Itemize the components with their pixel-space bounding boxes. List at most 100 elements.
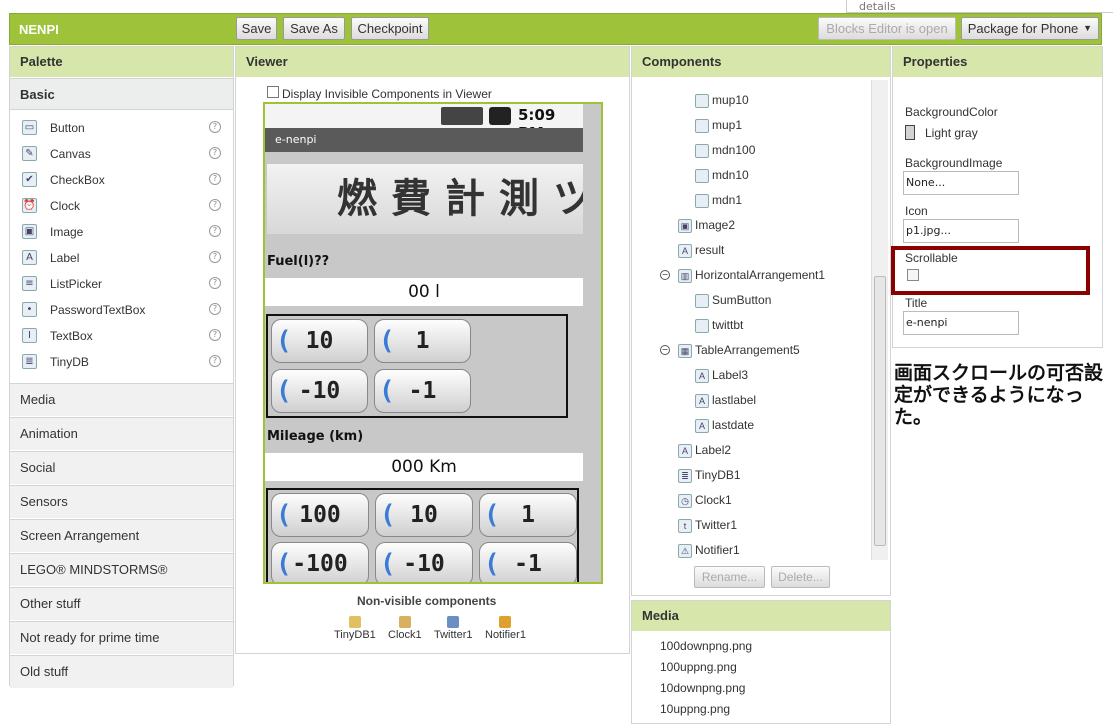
help-icon[interactable]: ? xyxy=(209,121,221,133)
media-file[interactable]: 100uppng.png xyxy=(660,657,737,677)
package-for-phone-button[interactable]: Package for Phone ▼ xyxy=(961,17,1099,40)
palette-drawer[interactable]: Sensors xyxy=(10,485,233,518)
mileage-button[interactable]: (-10 xyxy=(375,542,473,582)
clock-icon: ◷ xyxy=(678,493,692,508)
component-item-label3[interactable]: A Label3 xyxy=(695,365,748,385)
non-visible-clock1[interactable]: Clock1 xyxy=(388,616,422,641)
help-icon[interactable]: ? xyxy=(209,329,221,341)
mileage-button[interactable]: (-1 xyxy=(479,542,577,582)
palette-item-tinydb[interactable]: ≣ TinyDB? xyxy=(10,349,233,375)
palette-item-image[interactable]: ▣ Image? xyxy=(10,219,233,245)
component-item-label2[interactable]: A Label2 xyxy=(678,440,731,460)
scrollable-highlight-box xyxy=(891,246,1090,295)
display-invisible-checkbox[interactable] xyxy=(267,86,279,98)
component-item-twittbt[interactable]: twittbt xyxy=(695,315,743,335)
help-icon[interactable]: ? xyxy=(209,147,221,159)
palette-drawer[interactable]: Animation xyxy=(10,417,233,450)
component-item-sumbutton[interactable]: SumButton xyxy=(695,290,771,310)
curved-arrow-icon: ( xyxy=(276,376,292,406)
background-color-swatch[interactable] xyxy=(905,125,915,140)
palette-drawer[interactable]: Screen Arrangement xyxy=(10,519,233,552)
rename-button[interactable]: Rename... xyxy=(694,566,765,588)
palette-item-button[interactable]: ▭ Button? xyxy=(10,115,233,141)
label-icon: A xyxy=(695,368,709,383)
icon-field[interactable]: p1.jpg... xyxy=(903,219,1019,243)
mileage-button[interactable]: (1 xyxy=(479,493,577,537)
help-icon[interactable]: ? xyxy=(209,277,221,289)
components-scrollbar[interactable] xyxy=(871,80,888,560)
component-item-clock1[interactable]: ◷ Clock1 xyxy=(678,490,732,510)
media-file[interactable]: 10uppng.png xyxy=(660,699,730,719)
background-color-value[interactable]: Light gray xyxy=(925,126,978,140)
help-icon[interactable]: ? xyxy=(209,355,221,367)
component-item-notifier1[interactable]: ⚠ Notifier1 xyxy=(678,540,740,560)
palette-item-textbox[interactable]: I TextBox? xyxy=(10,323,233,349)
component-item-horizontalarrangement1[interactable]: ▥ HorizontalArrangement1 xyxy=(678,265,825,285)
palette-item-canvas[interactable]: ✎ Canvas? xyxy=(10,141,233,167)
help-icon[interactable]: ? xyxy=(209,225,221,237)
palette-drawer[interactable]: Other stuff xyxy=(10,587,233,620)
component-item-mup1[interactable]: mup1 xyxy=(695,115,742,135)
help-icon[interactable]: ? xyxy=(209,199,221,211)
non-visible-notifier1[interactable]: Notifier1 xyxy=(485,616,526,641)
palette-drawer[interactable]: LEGO® MINDSTORMS® xyxy=(10,553,233,586)
component-item-lastlabel[interactable]: Alastlabel xyxy=(695,390,756,410)
component-item-tablearrangement5[interactable]: ▦ TableArrangement5 xyxy=(678,340,800,360)
non-visible-twitter1[interactable]: Twitter1 xyxy=(434,616,473,641)
mileage-button[interactable]: (100 xyxy=(271,493,369,537)
viewer-title: Viewer xyxy=(236,47,629,77)
palette-item-passwordtextbox[interactable]: • PasswordTextBox? xyxy=(10,297,233,323)
save-button[interactable]: Save xyxy=(236,17,277,40)
palette-item-label: Image xyxy=(50,225,84,239)
title-field[interactable]: e-nenpi xyxy=(903,311,1019,335)
component-item-result[interactable]: Aresult xyxy=(678,240,724,260)
collapse-table-icon[interactable]: − xyxy=(660,345,670,355)
background-image-field[interactable]: None... xyxy=(903,171,1019,195)
component-item-image2[interactable]: ▣ Image2 xyxy=(678,215,735,235)
help-icon[interactable]: ? xyxy=(209,303,221,315)
save-as-button[interactable]: Save As xyxy=(283,17,345,40)
non-visible-label: Clock1 xyxy=(388,629,422,641)
component-item-lastdate[interactable]: Alastdate xyxy=(695,415,754,435)
checkpoint-button[interactable]: Checkpoint xyxy=(351,17,429,40)
palette-drawer[interactable]: Social xyxy=(10,451,233,484)
blocks-editor-button[interactable]: Blocks Editor is open xyxy=(818,17,956,40)
palette-item-clock[interactable]: ⏰ Clock? xyxy=(10,193,233,219)
media-file[interactable]: 10downpng.png xyxy=(660,678,745,698)
palette-item-label: Label xyxy=(50,251,80,265)
non-visible-tinydb1[interactable]: TinyDB1 xyxy=(334,616,376,641)
curved-arrow-icon: ( xyxy=(484,549,500,579)
palette-drawer[interactable]: Not ready for prime time xyxy=(10,621,233,654)
media-file[interactable]: 100downpng.png xyxy=(660,636,752,656)
palette-drawer[interactable]: Old stuff xyxy=(10,655,233,688)
component-item-tinydb1[interactable]: ≣ TinyDB1 xyxy=(678,465,741,485)
component-item-mup10[interactable]: mup10 xyxy=(695,90,749,110)
component-item-mdn100[interactable]: mdn100 xyxy=(695,140,755,160)
palette-item-label[interactable]: A Label? xyxy=(10,245,233,271)
banner-image: 燃費計測ツ xyxy=(267,164,583,234)
fuel-button[interactable]: (-1 xyxy=(374,369,471,413)
palette-item-label: ListPicker xyxy=(50,277,103,291)
palette-basic-header[interactable]: Basic xyxy=(10,78,233,110)
help-icon[interactable]: ? xyxy=(209,251,221,263)
component-item-mdn1[interactable]: mdn1 xyxy=(695,190,742,210)
mileage-button[interactable]: (-100 xyxy=(271,542,369,582)
palette-item-label: TextBox xyxy=(50,329,93,343)
fuel-button[interactable]: (1 xyxy=(374,319,471,363)
fuel-button[interactable]: (10 xyxy=(271,319,368,363)
help-icon[interactable]: ? xyxy=(209,173,221,185)
palette-drawer[interactable]: Media xyxy=(10,383,233,416)
palette-item-label: PasswordTextBox xyxy=(50,303,146,317)
collapse-horizontal-icon[interactable]: − xyxy=(660,270,670,280)
component-item-mdn10[interactable]: mdn10 xyxy=(695,165,749,185)
mileage-button[interactable]: (10 xyxy=(375,493,473,537)
non-visible-label: TinyDB1 xyxy=(334,629,376,641)
fuel-button[interactable]: (-10 xyxy=(271,369,368,413)
non-visible-label: Notifier1 xyxy=(485,629,526,641)
label-icon: A xyxy=(695,393,709,408)
scrollbar-thumb[interactable] xyxy=(874,276,886,546)
component-item-twitter1[interactable]: t Twitter1 xyxy=(678,515,737,535)
palette-item-listpicker[interactable]: ≡ ListPicker? xyxy=(10,271,233,297)
palette-item-checkbox[interactable]: ✔ CheckBox? xyxy=(10,167,233,193)
delete-button[interactable]: Delete... xyxy=(771,566,830,588)
